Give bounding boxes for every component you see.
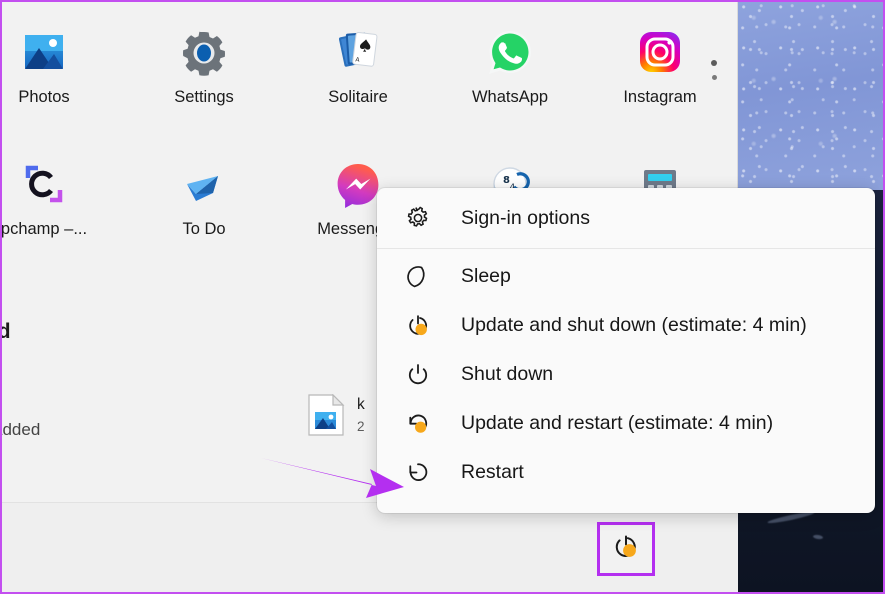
app-tile-photos[interactable]: Photos — [0, 16, 116, 126]
app-label: To Do — [182, 220, 226, 238]
restart-icon — [403, 458, 433, 488]
wallpaper-streak — [812, 534, 824, 540]
menu-item-update-and-restart[interactable]: Update and restart (estimate: 4 min) — [377, 399, 875, 448]
image-file-icon — [307, 393, 345, 436]
menu-item-sleep[interactable]: Sleep — [377, 252, 875, 301]
power-button[interactable] — [597, 522, 655, 576]
recommended-heading: led — [0, 320, 11, 343]
pinned-pager-dots[interactable] — [711, 60, 717, 80]
menu-item-label: Restart — [461, 461, 524, 483]
photos-icon — [18, 26, 70, 78]
app-label: WhatsApp — [471, 88, 549, 106]
menu-item-label: Sleep — [461, 265, 511, 287]
restart-update-icon — [403, 409, 433, 439]
pager-dot-inactive[interactable] — [711, 75, 717, 80]
recommended-item-title: k — [357, 396, 365, 413]
menu-item-label: Shut down — [461, 363, 554, 385]
menu-item-label: Update and restart (estimate: 4 min) — [461, 412, 774, 434]
menu-item-sign-in-options[interactable]: Sign-in options — [377, 188, 875, 248]
instagram-icon — [634, 26, 686, 78]
app-tile-clipchamp[interactable]: pchamp –... — [0, 148, 116, 258]
recommended-item-meta: 2 — [357, 419, 365, 434]
clipchamp-icon — [18, 158, 70, 210]
power-update-icon — [403, 311, 433, 341]
power-menu-group: Sleep Update and shut down (estimate: 4 … — [377, 249, 875, 497]
gear-icon — [403, 203, 433, 233]
todo-checkmark-icon — [178, 158, 230, 210]
power-options-menu: Sign-in options Sleep Update and shut do… — [377, 188, 875, 513]
app-tile-whatsapp[interactable]: WhatsApp — [438, 16, 582, 126]
app-label: pchamp –... — [0, 220, 88, 238]
settings-gear-icon — [178, 26, 230, 78]
app-tile-todo[interactable]: To Do — [132, 148, 276, 258]
menu-item-shut-down[interactable]: Shut down — [377, 350, 875, 399]
app-label: Settings — [174, 88, 234, 106]
app-tile-solitaire[interactable]: A Solitaire — [286, 16, 430, 126]
moon-icon — [403, 262, 433, 292]
app-label: Solitaire — [328, 88, 388, 106]
app-tile-settings[interactable]: Settings — [132, 16, 276, 126]
app-label: Photos — [18, 88, 70, 106]
recommended-list-item[interactable]: k 2 — [307, 393, 365, 436]
menu-item-label: Update and shut down (estimate: 4 min) — [461, 314, 807, 336]
solitaire-cards-icon: A — [332, 26, 384, 78]
wallpaper-top-region — [737, 2, 883, 190]
recommended-item-text: k 2 — [357, 394, 365, 434]
pager-dot-active[interactable] — [711, 60, 717, 66]
app-label: Instagram — [623, 88, 697, 106]
whatsapp-icon — [484, 26, 536, 78]
menu-item-update-and-shut-down[interactable]: Update and shut down (estimate: 4 min) — [377, 301, 875, 350]
menu-item-restart[interactable]: Restart — [377, 448, 875, 497]
power-update-icon — [611, 532, 641, 567]
recommended-sub-line-2: ly added — [0, 420, 41, 439]
power-icon — [403, 360, 433, 390]
menu-item-label: Sign-in options — [461, 206, 590, 229]
